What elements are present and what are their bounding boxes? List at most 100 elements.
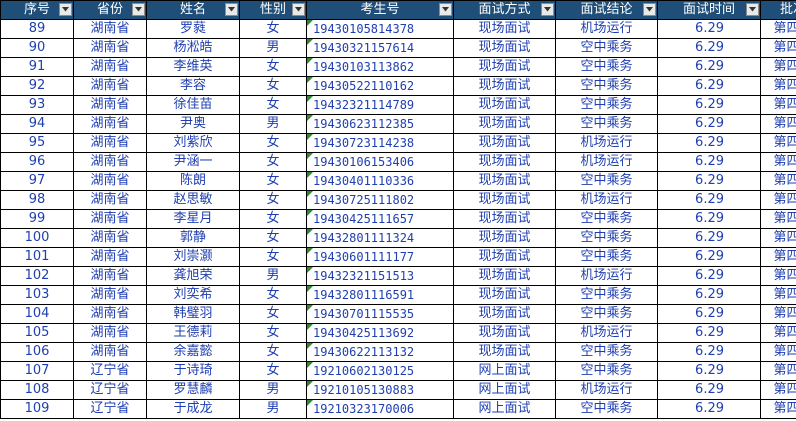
cell-exam-no[interactable]: 19430601111177 (306, 247, 454, 267)
cell-time[interactable]: 6.29 (657, 342, 761, 362)
cell-seq[interactable]: 98 (0, 190, 74, 210)
cell-province[interactable]: 湖南省 (73, 342, 147, 362)
cell-seq[interactable]: 93 (0, 95, 74, 115)
cell-result[interactable]: 空中乘务 (555, 114, 658, 134)
cell-gender[interactable]: 女 (239, 247, 307, 267)
cell-exam-no[interactable]: 19430106153406 (306, 152, 454, 172)
cell-result[interactable]: 空中乘务 (555, 76, 658, 96)
cell-name[interactable]: 余嘉懿 (146, 342, 240, 362)
cell-gender[interactable]: 女 (239, 19, 307, 39)
cell-seq[interactable]: 97 (0, 171, 74, 191)
cell-time[interactable]: 6.29 (657, 247, 761, 267)
cell-province[interactable]: 湖南省 (73, 133, 147, 153)
cell-method[interactable]: 现场面试 (453, 209, 556, 229)
column-header-result[interactable]: 面试结论 (555, 0, 658, 20)
cell-time[interactable]: 6.29 (657, 19, 761, 39)
cell-batch[interactable]: 第四批 (760, 304, 796, 324)
cell-time[interactable]: 6.29 (657, 304, 761, 324)
column-header-batch[interactable]: 批次 (760, 0, 796, 20)
cell-result[interactable]: 空中乘务 (555, 342, 658, 362)
column-header-exam-no[interactable]: 考生号 (306, 0, 454, 20)
cell-province[interactable]: 湖南省 (73, 209, 147, 229)
cell-gender[interactable]: 女 (239, 342, 307, 362)
cell-gender[interactable]: 女 (239, 304, 307, 324)
cell-exam-no[interactable]: 19430425111657 (306, 209, 454, 229)
cell-province[interactable]: 湖南省 (73, 38, 147, 58)
cell-result[interactable]: 空中乘务 (555, 209, 658, 229)
cell-batch[interactable]: 第四批 (760, 380, 796, 400)
cell-time[interactable]: 6.29 (657, 95, 761, 115)
cell-batch[interactable]: 第四批 (760, 247, 796, 267)
cell-method[interactable]: 现场面试 (453, 247, 556, 267)
cell-time[interactable]: 6.29 (657, 76, 761, 96)
cell-province[interactable]: 湖南省 (73, 228, 147, 248)
cell-seq[interactable]: 91 (0, 57, 74, 77)
cell-province[interactable]: 湖南省 (73, 19, 147, 39)
cell-method[interactable]: 现场面试 (453, 266, 556, 286)
cell-exam-no[interactable]: 19430401110336 (306, 171, 454, 191)
cell-batch[interactable]: 第四批 (760, 228, 796, 248)
cell-result[interactable]: 机场运行 (555, 266, 658, 286)
cell-name[interactable]: 李维英 (146, 57, 240, 77)
cell-gender[interactable]: 女 (239, 95, 307, 115)
filter-dropdown-icon[interactable] (59, 3, 72, 16)
cell-gender[interactable]: 男 (239, 399, 307, 419)
cell-gender[interactable]: 女 (239, 76, 307, 96)
cell-batch[interactable]: 第四批 (760, 133, 796, 153)
cell-method[interactable]: 现场面试 (453, 342, 556, 362)
cell-province[interactable]: 辽宁省 (73, 361, 147, 381)
cell-gender[interactable]: 男 (239, 38, 307, 58)
cell-batch[interactable]: 第四批 (760, 323, 796, 343)
cell-province[interactable]: 湖南省 (73, 285, 147, 305)
cell-name[interactable]: 赵思敏 (146, 190, 240, 210)
cell-exam-no[interactable]: 19430105814378 (306, 19, 454, 39)
cell-exam-no[interactable]: 19430622113132 (306, 342, 454, 362)
cell-method[interactable]: 现场面试 (453, 285, 556, 305)
cell-batch[interactable]: 第四批 (760, 76, 796, 96)
cell-exam-no[interactable]: 19432801111324 (306, 228, 454, 248)
cell-method[interactable]: 现场面试 (453, 152, 556, 172)
cell-result[interactable]: 空中乘务 (555, 57, 658, 77)
cell-seq[interactable]: 107 (0, 361, 74, 381)
cell-method[interactable]: 现场面试 (453, 323, 556, 343)
cell-batch[interactable]: 第四批 (760, 38, 796, 58)
cell-exam-no[interactable]: 19430522110162 (306, 76, 454, 96)
cell-seq[interactable]: 100 (0, 228, 74, 248)
cell-gender[interactable]: 男 (239, 266, 307, 286)
cell-batch[interactable]: 第四批 (760, 152, 796, 172)
cell-name[interactable]: 李容 (146, 76, 240, 96)
cell-province[interactable]: 湖南省 (73, 247, 147, 267)
cell-batch[interactable]: 第四批 (760, 285, 796, 305)
cell-result[interactable]: 机场运行 (555, 323, 658, 343)
cell-time[interactable]: 6.29 (657, 57, 761, 77)
cell-result[interactable]: 空中乘务 (555, 171, 658, 191)
cell-province[interactable]: 湖南省 (73, 57, 147, 77)
cell-result[interactable]: 空中乘务 (555, 38, 658, 58)
cell-gender[interactable]: 女 (239, 171, 307, 191)
cell-exam-no[interactable]: 19430623112385 (306, 114, 454, 134)
cell-gender[interactable]: 女 (239, 57, 307, 77)
cell-result[interactable]: 空中乘务 (555, 247, 658, 267)
cell-time[interactable]: 6.29 (657, 152, 761, 172)
cell-seq[interactable]: 89 (0, 19, 74, 39)
cell-exam-no[interactable]: 19430321157614 (306, 38, 454, 58)
cell-seq[interactable]: 102 (0, 266, 74, 286)
cell-province[interactable]: 湖南省 (73, 190, 147, 210)
cell-name[interactable]: 罗蕤 (146, 19, 240, 39)
cell-batch[interactable]: 第四批 (760, 171, 796, 191)
cell-time[interactable]: 6.29 (657, 285, 761, 305)
cell-name[interactable]: 郭静 (146, 228, 240, 248)
cell-seq[interactable]: 104 (0, 304, 74, 324)
cell-name[interactable]: 龚旭荣 (146, 266, 240, 286)
cell-batch[interactable]: 第四批 (760, 361, 796, 381)
column-header-time[interactable]: 面试时间 (657, 0, 761, 20)
cell-method[interactable]: 现场面试 (453, 95, 556, 115)
cell-method[interactable]: 网上面试 (453, 361, 556, 381)
cell-province[interactable]: 湖南省 (73, 323, 147, 343)
cell-time[interactable]: 6.29 (657, 266, 761, 286)
cell-name[interactable]: 刘奕希 (146, 285, 240, 305)
cell-exam-no[interactable]: 19430425113692 (306, 323, 454, 343)
filter-dropdown-icon[interactable] (746, 3, 759, 16)
cell-gender[interactable]: 男 (239, 114, 307, 134)
cell-method[interactable]: 现场面试 (453, 304, 556, 324)
